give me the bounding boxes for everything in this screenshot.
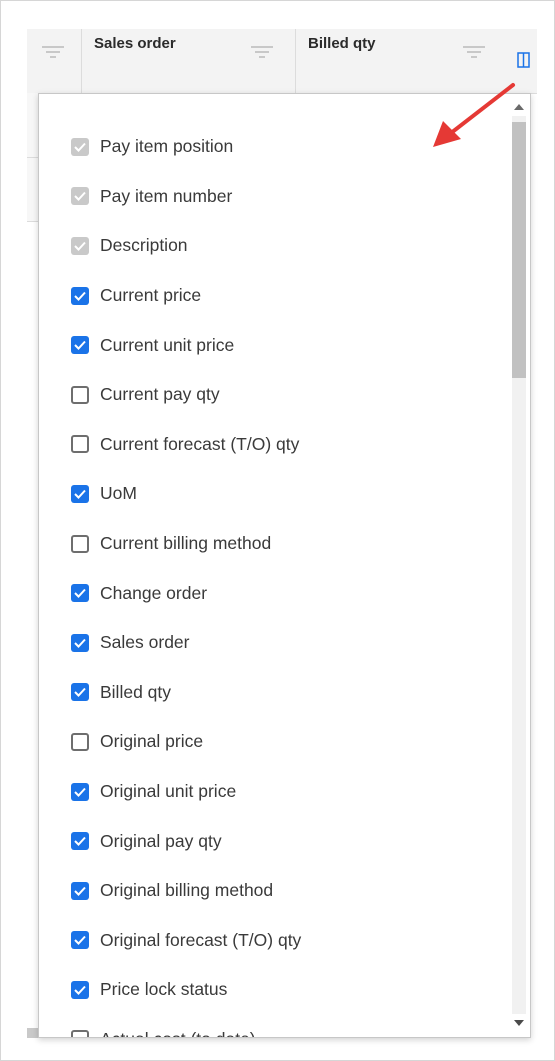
- column-option[interactable]: Current unit price: [39, 320, 509, 370]
- column-chooser-popup: Pay item position Pay item number Descript…: [38, 93, 531, 1038]
- column-option[interactable]: Original unit price: [39, 767, 509, 817]
- column-option-label: Original billing method: [100, 880, 274, 901]
- column-title: Sales order: [94, 35, 176, 52]
- check-icon: [74, 836, 86, 847]
- column-option[interactable]: Original pay qty: [39, 816, 509, 866]
- column-option-label: Current billing method: [100, 533, 272, 554]
- checkbox-checked: [71, 236, 89, 255]
- column-option[interactable]: Change order: [39, 568, 509, 618]
- column-option[interactable]: UoM: [39, 469, 509, 519]
- check-icon: [74, 192, 86, 202]
- column-option-label: Change order: [100, 582, 208, 603]
- filter-icon[interactable]: [462, 43, 486, 59]
- column-option[interactable]: Original price: [39, 717, 509, 767]
- checkbox-checked: [71, 187, 89, 206]
- column-option[interactable]: Current billing method: [39, 519, 509, 569]
- check-icon: [74, 340, 86, 351]
- checkbox-checked[interactable]: [71, 633, 89, 652]
- check-icon: [74, 886, 86, 896]
- column-option[interactable]: Description: [39, 221, 509, 271]
- column-option-label: Original unit price: [100, 781, 237, 802]
- column-option-label: Current forecast (T/O) qty: [100, 433, 300, 454]
- checkbox-checked[interactable]: [71, 336, 89, 355]
- column-option[interactable]: Billed qty: [39, 668, 509, 718]
- column-option-label: Sales order: [100, 632, 190, 653]
- column-option-label: Original forecast (T/O) qty: [100, 929, 302, 950]
- check-icon: [74, 142, 86, 152]
- checkbox-checked[interactable]: [71, 980, 89, 999]
- scrollbar-thumb[interactable]: [512, 122, 526, 378]
- column-option-label: Pay item number: [100, 185, 233, 206]
- checkbox[interactable]: [71, 435, 89, 454]
- column-option-label: Current price: [100, 285, 202, 306]
- column-option-label: Current unit price: [100, 334, 235, 355]
- filter-icon[interactable]: [41, 43, 65, 59]
- column-chooser-list: Pay item position Pay item number Descript…: [39, 122, 509, 1037]
- filter-icon[interactable]: [250, 43, 274, 59]
- column-option-label: UoM: [100, 483, 137, 504]
- column-option[interactable]: Original forecast (T/O) qty: [39, 916, 509, 966]
- checkbox-checked[interactable]: [71, 881, 89, 900]
- column-option[interactable]: Sales order: [39, 618, 509, 668]
- check-icon: [74, 588, 86, 599]
- check-icon: [74, 489, 86, 499]
- column-header-sales-order[interactable]: Sales order: [82, 29, 296, 93]
- column-option[interactable]: Original billing method: [39, 866, 509, 916]
- column-option-label: Price lock status: [100, 979, 228, 1000]
- column-option[interactable]: Current price: [39, 271, 509, 321]
- checkbox-checked: [71, 137, 89, 156]
- column-title: Billed qty: [308, 35, 376, 52]
- column-option-label: Billed qty: [100, 681, 172, 702]
- check-icon: [74, 638, 86, 648]
- column-option-label: Actual cost (to date): [100, 1029, 256, 1037]
- column-option-label: Pay item position: [100, 136, 234, 157]
- column-option[interactable]: Actual cost (to date): [39, 1015, 509, 1037]
- checkbox-checked[interactable]: [71, 683, 89, 702]
- column-header-select[interactable]: [27, 29, 82, 93]
- checkbox[interactable]: [71, 1030, 89, 1037]
- columns-icon[interactable]: [517, 52, 531, 69]
- column-option-label: Description: [100, 235, 188, 256]
- check-icon: [74, 936, 86, 946]
- checkbox-checked[interactable]: [71, 931, 89, 950]
- column-option[interactable]: Current pay qty: [39, 370, 509, 420]
- checkbox[interactable]: [71, 534, 89, 553]
- checkbox-checked[interactable]: [71, 484, 89, 503]
- column-option[interactable]: Current forecast (T/O) qty: [39, 420, 509, 470]
- column-option-label: Original pay qty: [100, 830, 222, 851]
- checkbox-checked[interactable]: [71, 782, 89, 801]
- check-icon: [74, 291, 86, 301]
- red-arrow-icon: [433, 83, 515, 147]
- check-icon: [74, 688, 86, 698]
- column-option-label: Original price: [100, 731, 204, 752]
- column-option[interactable]: Pay item number: [39, 172, 509, 222]
- checkbox-checked[interactable]: [71, 832, 89, 851]
- checkbox[interactable]: [71, 385, 89, 404]
- check-icon: [74, 241, 86, 251]
- checkbox-checked[interactable]: [71, 286, 89, 305]
- checkbox-checked[interactable]: [71, 584, 89, 603]
- screenshot-frame: Sales order Billed qty Pay item position…: [0, 0, 555, 1061]
- checkbox[interactable]: [71, 732, 89, 751]
- scroll-down-icon[interactable]: [514, 1020, 524, 1026]
- column-option-label: Current pay qty: [100, 384, 220, 405]
- check-icon: [74, 985, 86, 995]
- vertical-scrollbar[interactable]: [508, 94, 530, 1037]
- check-icon: [74, 787, 86, 797]
- column-option[interactable]: Price lock status: [39, 965, 509, 1015]
